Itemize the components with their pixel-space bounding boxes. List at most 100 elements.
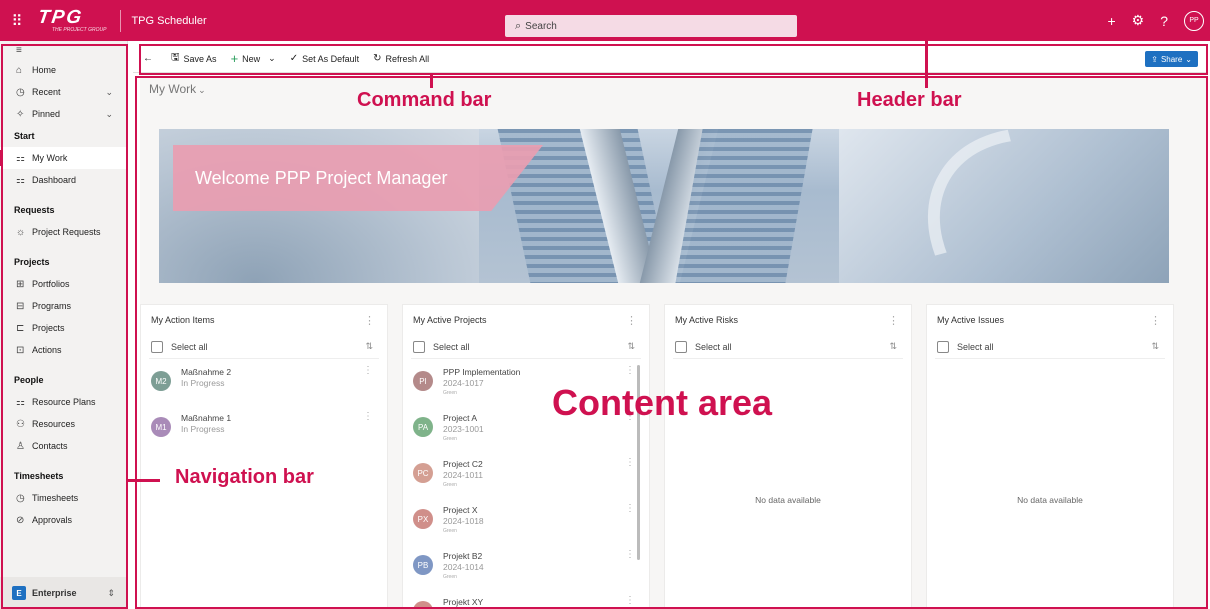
nav-item-projects[interactable]: ⊏ Projects — [0, 317, 127, 339]
page-title[interactable]: My Work ⌄ — [149, 82, 206, 96]
nav-item-timesheets[interactable]: ◷ Timesheets — [0, 487, 127, 509]
refresh-all-button[interactable]: ↻ Refresh All — [373, 53, 429, 64]
more-options-icon[interactable]: ⋮ — [363, 411, 373, 422]
more-options-icon[interactable]: ⋮ — [1150, 314, 1161, 327]
chevron-down-icon[interactable]: ⌄ — [268, 53, 276, 64]
nav-item-programs[interactable]: ⊟ Programs — [0, 295, 127, 317]
more-options-icon[interactable]: ⋮ — [364, 314, 375, 327]
avatar: M2 — [151, 371, 171, 391]
card-my-active-issues: My Active Issues ⋮ Select all ⇅ No data av… — [926, 304, 1174, 609]
nav-label: Portfolios — [32, 279, 70, 289]
select-all-checkbox[interactable] — [937, 340, 949, 353]
pin-icon: ✧ — [16, 108, 25, 120]
hamburger-menu-icon[interactable]: ≡ — [0, 41, 127, 59]
nav-item-contacts[interactable]: ♙ Contacts — [0, 435, 127, 457]
new-button[interactable]: + New ⌄ — [231, 51, 276, 66]
sort-icon[interactable]: ⇅ — [1151, 341, 1159, 352]
dashboard-icon: ⚏ — [16, 174, 25, 186]
chevron-down-icon[interactable]: ⌄ — [105, 109, 113, 120]
more-options-icon[interactable]: ⋮ — [626, 314, 637, 327]
command-bar: ← 🖫 Save As + New ⌄ ✓ Set As Default ↻ Refres… — [133, 45, 1208, 73]
nav-item-my-work[interactable]: ⚏ My Work — [0, 147, 127, 169]
save-as-icon: 🖫 — [171, 52, 180, 63]
card-title: My Active Issues — [937, 315, 1005, 325]
sort-icon[interactable]: ⇅ — [627, 341, 635, 352]
select-all-row[interactable]: Select all ⇅ — [411, 335, 641, 359]
set-as-default-button[interactable]: ✓ Set As Default — [290, 53, 359, 64]
nav-label: Contacts — [32, 441, 68, 451]
select-all-row[interactable]: Select all ⇅ — [149, 335, 379, 359]
project-name: Project C2 — [443, 459, 483, 469]
avatar: PX — [413, 509, 433, 529]
more-options-icon[interactable]: ⋮ — [625, 595, 635, 606]
nav-item-resources[interactable]: ⚇ Resources — [0, 413, 127, 435]
sort-icon[interactable]: ⇅ — [889, 341, 897, 352]
area-switcher[interactable]: E Enterprise ⇕ — [0, 577, 127, 609]
nav-item-dashboard[interactable]: ⚏ Dashboard — [0, 169, 127, 191]
nav-item-pinned[interactable]: ✧ Pinned ⌄ — [0, 103, 127, 125]
save-as-button[interactable]: 🖫 Save As — [171, 50, 217, 67]
select-all-label: Select all — [171, 341, 208, 352]
select-all-checkbox[interactable] — [413, 340, 425, 353]
avatar[interactable]: PP — [1184, 10, 1204, 31]
command-bar-connector — [430, 74, 433, 88]
sort-icon[interactable]: ⇅ — [365, 341, 373, 352]
nav-item-recent[interactable]: ◷ Recent ⌄ — [0, 81, 127, 103]
card-title: My Active Risks — [675, 315, 739, 325]
more-options-icon[interactable]: ⋮ — [888, 314, 899, 327]
nav-item-home[interactable]: ⌂ Home — [0, 59, 127, 81]
logo-subtext: THE PROJECT GROUP — [52, 27, 107, 33]
help-icon[interactable]: ? — [1160, 13, 1168, 29]
set-default-label: Set As Default — [302, 53, 360, 64]
no-data-text: No data available — [1017, 495, 1083, 505]
more-options-icon[interactable]: ⋮ — [625, 503, 635, 514]
list-item[interactable]: PX Project X 2024-1018 Green ⋮ — [403, 497, 649, 543]
area-badge: E — [12, 586, 26, 600]
list-item[interactable]: M1 Maßnahme 1 In Progress ⋮ — [141, 405, 387, 451]
page-title-text: My Work — [149, 82, 197, 96]
more-options-icon[interactable]: ⋮ — [625, 549, 635, 560]
list-item[interactable]: PX Projekt XY ⋮ — [403, 589, 649, 609]
command-bar-annotation: Command bar — [357, 89, 492, 111]
project-health: Green — [443, 390, 457, 396]
section-requests: Requests — [14, 205, 55, 215]
section-people: People — [14, 375, 44, 385]
share-button[interactable]: ⇪ Share ⌄ — [1145, 51, 1198, 67]
back-button[interactable]: ← — [143, 53, 157, 64]
item-status: In Progress — [181, 378, 225, 388]
nav-item-approvals[interactable]: ⊘ Approvals — [0, 509, 127, 531]
list-item[interactable]: M2 Maßnahme 2 In Progress ⋮ — [141, 359, 387, 405]
nav-item-resource-plans[interactable]: ⚏ Resource Plans — [0, 391, 127, 413]
search-input[interactable]: ⌕ Search — [505, 15, 797, 37]
no-data-text: No data available — [755, 495, 821, 505]
logo[interactable]: TPG THE PROJECT GROUP — [37, 7, 107, 33]
item-name: Maßnahme 1 — [181, 413, 232, 423]
app-title[interactable]: TPG Scheduler — [131, 15, 206, 27]
app-launcher-icon[interactable]: ⠿ — [0, 0, 34, 41]
nav-item-project-requests[interactable]: ☼ Project Requests — [0, 221, 127, 243]
navigation-bar-annotation: Navigation bar — [175, 466, 314, 488]
nav-item-portfolios[interactable]: ⊞ Portfolios — [0, 273, 127, 295]
nav-item-actions[interactable]: ⊡ Actions — [0, 339, 127, 361]
refresh-all-label: Refresh All — [385, 53, 430, 64]
chevron-down-icon[interactable]: ⌄ — [105, 87, 113, 98]
project-health: Green — [443, 574, 457, 580]
more-options-icon[interactable]: ⋮ — [625, 457, 635, 468]
nav-label: Approvals — [32, 515, 73, 525]
list-item[interactable]: PC Project C2 2024-1011 Green ⋮ — [403, 451, 649, 497]
more-options-icon[interactable]: ⋮ — [363, 365, 373, 376]
navigation-bar-connector — [128, 479, 160, 482]
chevron-down-icon: ⌄ — [198, 85, 206, 95]
people-icon: ⚇ — [16, 418, 25, 430]
back-arrow-icon: ← — [143, 53, 153, 64]
settings-gear-icon[interactable]: ⚙ — [1132, 12, 1145, 29]
select-all-row[interactable]: Select all ⇅ — [935, 335, 1165, 359]
select-all-checkbox[interactable] — [675, 340, 687, 353]
nav-label: Projects — [32, 323, 65, 333]
add-icon[interactable]: + — [1107, 13, 1115, 29]
select-all-checkbox[interactable] — [151, 340, 163, 353]
select-all-row[interactable]: Select all ⇅ — [673, 335, 903, 359]
more-options-icon[interactable]: ⋮ — [625, 365, 635, 376]
content-area: My Work ⌄ Welcome PPP Project Manager My … — [140, 78, 1207, 609]
list-item[interactable]: PB Projekt B2 2024-1014 Green ⋮ — [403, 543, 649, 589]
